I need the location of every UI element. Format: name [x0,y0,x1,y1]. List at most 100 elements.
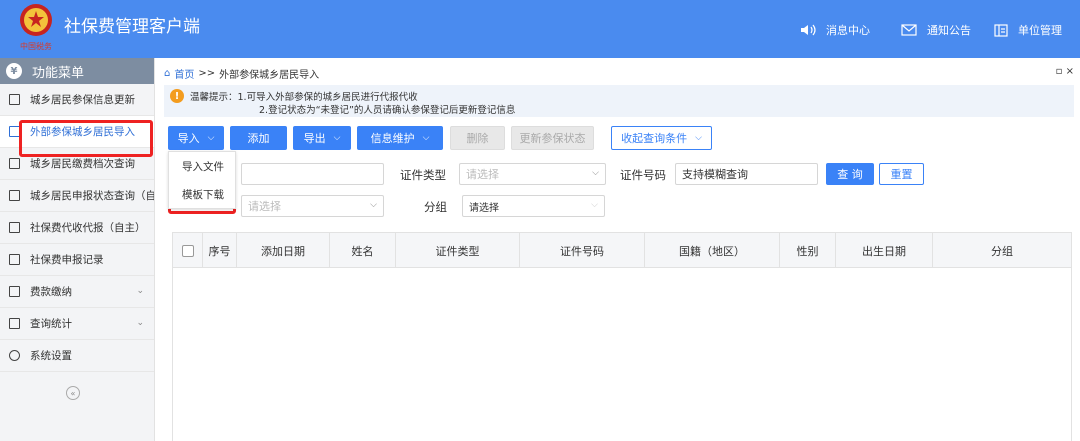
id-number-label: 证件号码 [620,168,666,182]
gear-icon [9,350,20,361]
column-header: 出生日期 [836,233,933,268]
chart-icon [9,158,20,169]
sidebar-item-label: 城乡居民申报状态查询（自主） [30,190,154,202]
name-input[interactable] [241,163,384,185]
sidebar-item-collect-declare[interactable]: 社保费代收代报（自主） [0,212,154,244]
reset-button[interactable]: 重置 [879,163,924,185]
sidebar-item-query-stats[interactable]: 查询统计 ⌄ [0,308,154,340]
chevron-down-icon: ⌵ [592,168,599,178]
query-button[interactable]: 查 询 [826,163,874,185]
export-button-label: 导出 [303,132,326,145]
id-type-placeholder: 请选择 [466,168,499,181]
chevron-down-icon: ⌵ [591,200,598,210]
unit-manage-link[interactable]: 单位管理 [994,22,1062,38]
message-center-label: 消息中心 [826,24,870,37]
sidebar-item-fee-payment[interactable]: 费款缴纳 ⌄ [0,276,154,308]
import-file-option[interactable]: 导入文件 [169,152,235,180]
edit-icon [9,222,20,233]
message-center-link[interactable]: 消息中心 [800,22,870,38]
column-header: 分组 [991,244,1013,258]
add-button-label: 添加 [247,132,270,145]
chevron-down-icon: ⌵ [207,133,215,143]
collapse-conditions-button[interactable]: 收起查询条件 ⌵ [611,126,712,150]
breadcrumb-home[interactable]: 首页 [174,66,194,81]
column-header: 序号 [203,233,237,268]
id-type-label: 证件类型 [400,168,446,182]
record-icon [9,254,20,265]
book-icon [9,286,20,297]
notice-link[interactable]: 通知公告 [901,22,971,38]
mail-icon [901,24,917,36]
row2-select[interactable]: 请选择 ⌵ [241,195,384,217]
column-header: 性别 [780,233,836,268]
sidebar-item-external-import[interactable]: 外部参保城乡居民导入 [0,116,154,148]
delete-button[interactable]: 删除 [450,126,505,150]
sidebar-item-declare-record[interactable]: 社保费申报记录 [0,244,154,276]
notice-line-2: 2.登记状态为“未登记”的人员请确认参保登记后更新登记信息 [259,105,516,116]
column-header: 姓名 [330,233,396,268]
window-controls[interactable]: ▫ × [1056,66,1074,77]
id-number-value: 支持模糊查询 [682,168,748,181]
notice-line-1: 温馨提示：1.可导入外部参保的城乡居民进行代报代收 [190,92,418,103]
column-header: 国籍（地区） [645,233,780,268]
breadcrumb-current: 外部参保城乡居民导入 [219,70,320,81]
chevron-down-icon: ⌵ [422,133,430,143]
export-button[interactable]: 导出 ⌵ [293,126,351,150]
column-header: 添加日期 [237,233,330,268]
unit-manage-label: 单位管理 [1018,24,1062,37]
delete-button-label: 删除 [466,132,489,145]
select-all-cell[interactable] [173,233,203,268]
group-value: 请选择 [469,202,499,214]
column-header: 证件类型 [396,233,520,268]
import-button[interactable]: 导入 ⌵ [168,126,224,150]
breadcrumb-separator: >> [198,68,216,79]
table-header: 序号 添加日期 姓名 证件类型 证件号码 国籍（地区） 性别 出生日期 分组 [173,233,1071,268]
document-icon [9,126,20,137]
sidebar-item-label: 查询统计 [30,318,72,330]
sidebar-item-label: 城乡居民缴费档次查询 [30,158,135,170]
update-status-button[interactable]: 更新参保状态 [511,126,594,150]
notice-banner: ! 温馨提示：1.可导入外部参保的城乡居民进行代报代收 2.登记状态为“未登记”… [164,85,1074,117]
chevron-down-icon: ⌵ [333,133,341,143]
reset-button-label: 重置 [890,168,913,181]
tax-emblem-logo: 中国税务 [20,4,52,51]
chevron-down-icon: ⌄ [136,286,144,296]
add-button[interactable]: 添加 [230,126,287,150]
app-title: 社保费管理客户端 [64,17,200,37]
collapse-conditions-label: 收起查询条件 [621,132,688,145]
info-maintain-button[interactable]: 信息维护 ⌵ [357,126,443,150]
sidebar-item-label: 外部参保城乡居民导入 [30,126,135,138]
top-header: 中国税务 社保费管理客户端 消息中心 通知公告 单位管理 [0,0,1080,58]
breadcrumb: ⌂ 首页 >> 外部参保城乡居民导入 [164,66,319,81]
chevron-down-icon: ⌵ [695,133,702,143]
column-header: 证件号码 [520,233,645,268]
bar-chart-icon [9,318,20,329]
update-status-label: 更新参保状态 [519,132,586,145]
home-icon: ⌂ [164,68,171,79]
sidebar-item-system-settings[interactable]: 系统设置 [0,340,154,372]
main-content: ⌂ 首页 >> 外部参保城乡居民导入 ▫ × ! 温馨提示：1.可导入外部参保的… [156,58,1080,441]
logo-text: 中国税务 [20,41,52,51]
group-select[interactable]: 请选择 ⌵ [462,195,605,217]
template-download-option[interactable]: 模板下载 [169,180,235,208]
sidebar-title: 功能菜单 [32,65,85,81]
data-table: 序号 添加日期 姓名 证件类型 证件号码 国籍（地区） 性别 出生日期 分组 [172,232,1072,441]
info-icon: ! [170,89,184,103]
sidebar-item-resident-info-update[interactable]: 城乡居民参保信息更新 [0,84,154,116]
sidebar-item-label: 社保费申报记录 [30,254,104,266]
sidebar-item-declare-status-query[interactable]: 城乡居民申报状态查询（自主） [0,180,154,212]
sidebar-item-label: 社保费代收代报（自主） [30,222,146,234]
id-type-select[interactable]: 请选择 ⌵ [459,163,606,185]
collapse-sidebar-button[interactable]: « [66,386,80,400]
building-icon [994,23,1008,37]
info-maintain-label: 信息维护 [370,132,415,145]
import-button-label: 导入 [177,132,200,145]
sidebar-item-payment-grade-query[interactable]: 城乡居民缴费档次查询 [0,148,154,180]
list-icon [9,94,20,105]
id-number-input[interactable]: 支持模糊查询 [675,163,818,185]
select-all-checkbox[interactable] [181,244,194,257]
speaker-icon [801,24,816,36]
row2-placeholder: 请选择 [248,200,281,213]
chevron-down-icon: ⌄ [136,318,144,328]
import-dropdown-menu: 导入文件 模板下载 [168,151,236,209]
